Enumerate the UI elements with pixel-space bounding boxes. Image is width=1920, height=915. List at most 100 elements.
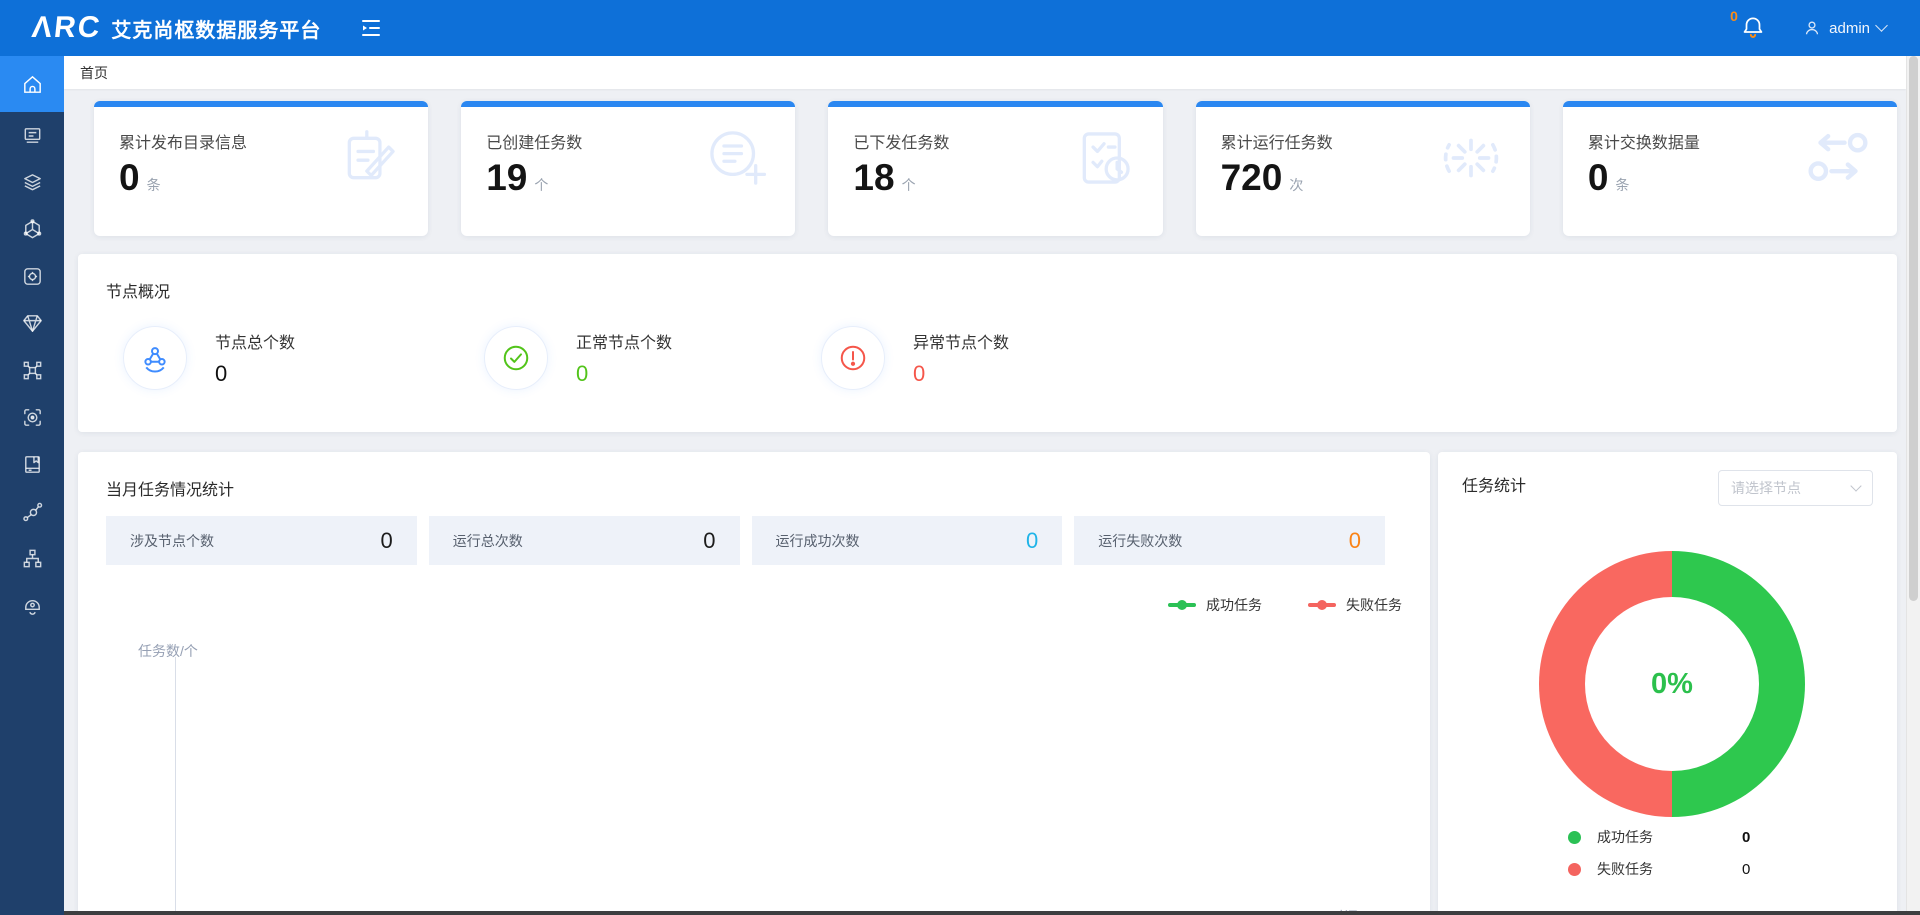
stat-label: 已下发任务数 — [853, 129, 949, 153]
window-bottom-edge — [64, 911, 1920, 915]
stat-card-exchanged-data: 累计交换数据量 0条 — [1563, 101, 1897, 236]
chevron-down-icon — [1850, 480, 1861, 491]
bell-icon — [1740, 14, 1766, 40]
sidebar — [0, 56, 64, 915]
box-success-runs: 运行成功次数 0 — [752, 516, 1063, 565]
logo-text: ΛRC — [30, 11, 103, 45]
sidebar-collapse-icon[interactable] — [359, 16, 383, 40]
task-donut-chart: 0% — [1539, 551, 1805, 817]
monthly-task-stats-card: 当月任务情况统计 涉及节点个数 0 运行总次数 0 运行成功次数 0 — [78, 452, 1430, 915]
sidebar-item-command[interactable] — [0, 347, 64, 394]
document-edit-icon — [334, 123, 404, 193]
stat-card-run-tasks: 累计运行任务数 720次 — [1196, 101, 1530, 236]
check-circle-icon — [484, 326, 548, 390]
stat-value: 19个 — [486, 157, 548, 199]
notification-bell[interactable]: 0 — [1740, 14, 1766, 42]
donut-legend: 成功任务 0 失败任务 0 — [1568, 824, 1818, 888]
node-overview-title: 节点概况 — [106, 278, 1869, 302]
node-select-dropdown[interactable]: 请选择节点 — [1718, 470, 1873, 506]
stat-value: 0条 — [1588, 157, 1630, 199]
node-label: 正常节点个数 — [576, 329, 672, 353]
stat-label: 累计发布目录信息 — [119, 129, 247, 153]
node-normal-item: 正常节点个数 0 — [484, 326, 672, 390]
sidebar-item-cube-network[interactable] — [0, 206, 64, 253]
stat-label: 累计运行任务数 — [1221, 129, 1333, 153]
cube-network-icon — [21, 218, 44, 241]
username: admin — [1829, 20, 1870, 37]
line-chart-legend: 成功任务 失败任务 — [106, 595, 1402, 615]
stat-value: 18个 — [853, 157, 915, 199]
header-right: 0 admin — [1740, 14, 1920, 42]
node-value: 0 — [215, 361, 295, 387]
layers-icon — [21, 171, 44, 194]
monthly-stat-boxes: 涉及节点个数 0 运行总次数 0 运行成功次数 0 运行失败次数 0 — [106, 516, 1385, 565]
stat-value: 720次 — [1221, 157, 1304, 199]
node-value: 0 — [913, 361, 1009, 387]
sidebar-item-scan-target[interactable] — [0, 394, 64, 441]
stat-label: 已创建任务数 — [486, 129, 582, 153]
scrollbar-thumb[interactable] — [1909, 56, 1918, 601]
stat-card-dispatched-tasks: 已下发任务数 18个 — [828, 101, 1162, 236]
node-abnormal-item: 异常节点个数 0 — [821, 326, 1009, 390]
notification-badge: 0 — [1730, 8, 1738, 24]
command-icon — [21, 359, 44, 382]
node-value: 0 — [576, 361, 672, 387]
stat-card-catalog: 累计发布目录信息 0条 — [94, 101, 428, 236]
sidebar-item-gem[interactable] — [0, 300, 64, 347]
user-icon — [1802, 18, 1822, 38]
node-overview-card: 节点概况 节点总个数 0 — [78, 254, 1897, 432]
gem-icon — [21, 312, 44, 335]
breadcrumb-home[interactable]: 首页 — [80, 63, 108, 83]
exchange-arrows-icon — [1803, 123, 1873, 193]
breadcrumb: 首页 — [64, 56, 1906, 89]
sidebar-item-catalog[interactable] — [0, 112, 64, 159]
node-label: 异常节点个数 — [913, 329, 1009, 353]
sidebar-item-home[interactable] — [0, 56, 64, 112]
task-stats-title: 任务统计 — [1462, 472, 1526, 496]
monthly-stats-title: 当月任务情况统计 — [106, 476, 1402, 500]
node-total-item: 节点总个数 0 — [123, 326, 295, 390]
legend-line-dot-green — [1168, 603, 1196, 607]
green-dot-icon — [1568, 831, 1581, 844]
y-axis-name: 任务数/个 — [138, 641, 1402, 661]
node-label: 节点总个数 — [215, 329, 295, 353]
exclamation-circle-icon — [821, 326, 885, 390]
sidebar-item-sitemap[interactable] — [0, 535, 64, 582]
sidebar-item-share-nodes[interactable] — [0, 488, 64, 535]
sidebar-item-layers[interactable] — [0, 159, 64, 206]
app-logo: ΛRC 艾克尚枢数据服务平台 — [32, 11, 321, 45]
task-stats-header: 任务统计 请选择节点 — [1462, 472, 1873, 506]
network-nodes-icon — [123, 326, 187, 390]
spinner-icon — [1436, 123, 1506, 193]
document-add-icon — [701, 123, 771, 193]
task-stats-card: 任务统计 请选择节点 0% 成功任务 0 — [1438, 452, 1897, 915]
box-gear-icon — [21, 265, 44, 288]
node-items: 节点总个数 0 正常节点个数 0 — [106, 326, 1869, 404]
legend-line-dot-red — [1308, 603, 1336, 607]
legend-success-tasks[interactable]: 成功任务 — [1168, 595, 1262, 615]
box-involved-nodes: 涉及节点个数 0 — [106, 516, 417, 565]
content: 累计发布目录信息 0条 已创建任务数 19个 — [64, 89, 1906, 915]
donut-legend-failed: 失败任务 0 — [1568, 856, 1818, 882]
monitor-alarm-icon — [21, 594, 44, 617]
share-nodes-icon — [21, 500, 44, 523]
stat-value: 0条 — [119, 157, 161, 199]
sidebar-item-monitor-alarm[interactable] — [0, 582, 64, 629]
page-scrollbar[interactable] — [1906, 56, 1920, 915]
sidebar-item-box-gear[interactable] — [0, 253, 64, 300]
stat-card-created-tasks: 已创建任务数 19个 — [461, 101, 795, 236]
y-axis-line — [175, 657, 176, 915]
top-header: ΛRC 艾克尚枢数据服务平台 0 admin — [0, 0, 1920, 56]
donut-center-label: 0% — [1585, 597, 1759, 771]
donut-legend-success: 成功任务 0 — [1568, 824, 1818, 850]
legend-failed-tasks[interactable]: 失败任务 — [1308, 595, 1402, 615]
sidebar-item-archive-book[interactable] — [0, 441, 64, 488]
scan-target-icon — [21, 406, 44, 429]
user-menu[interactable]: admin — [1802, 18, 1886, 38]
box-total-runs: 运行总次数 0 — [429, 516, 740, 565]
chevron-down-icon — [1875, 19, 1888, 32]
home-icon — [21, 73, 44, 96]
catalog-monitor-icon — [21, 124, 44, 147]
red-dot-icon — [1568, 863, 1581, 876]
stat-card-row: 累计发布目录信息 0条 已创建任务数 19个 — [94, 101, 1897, 236]
